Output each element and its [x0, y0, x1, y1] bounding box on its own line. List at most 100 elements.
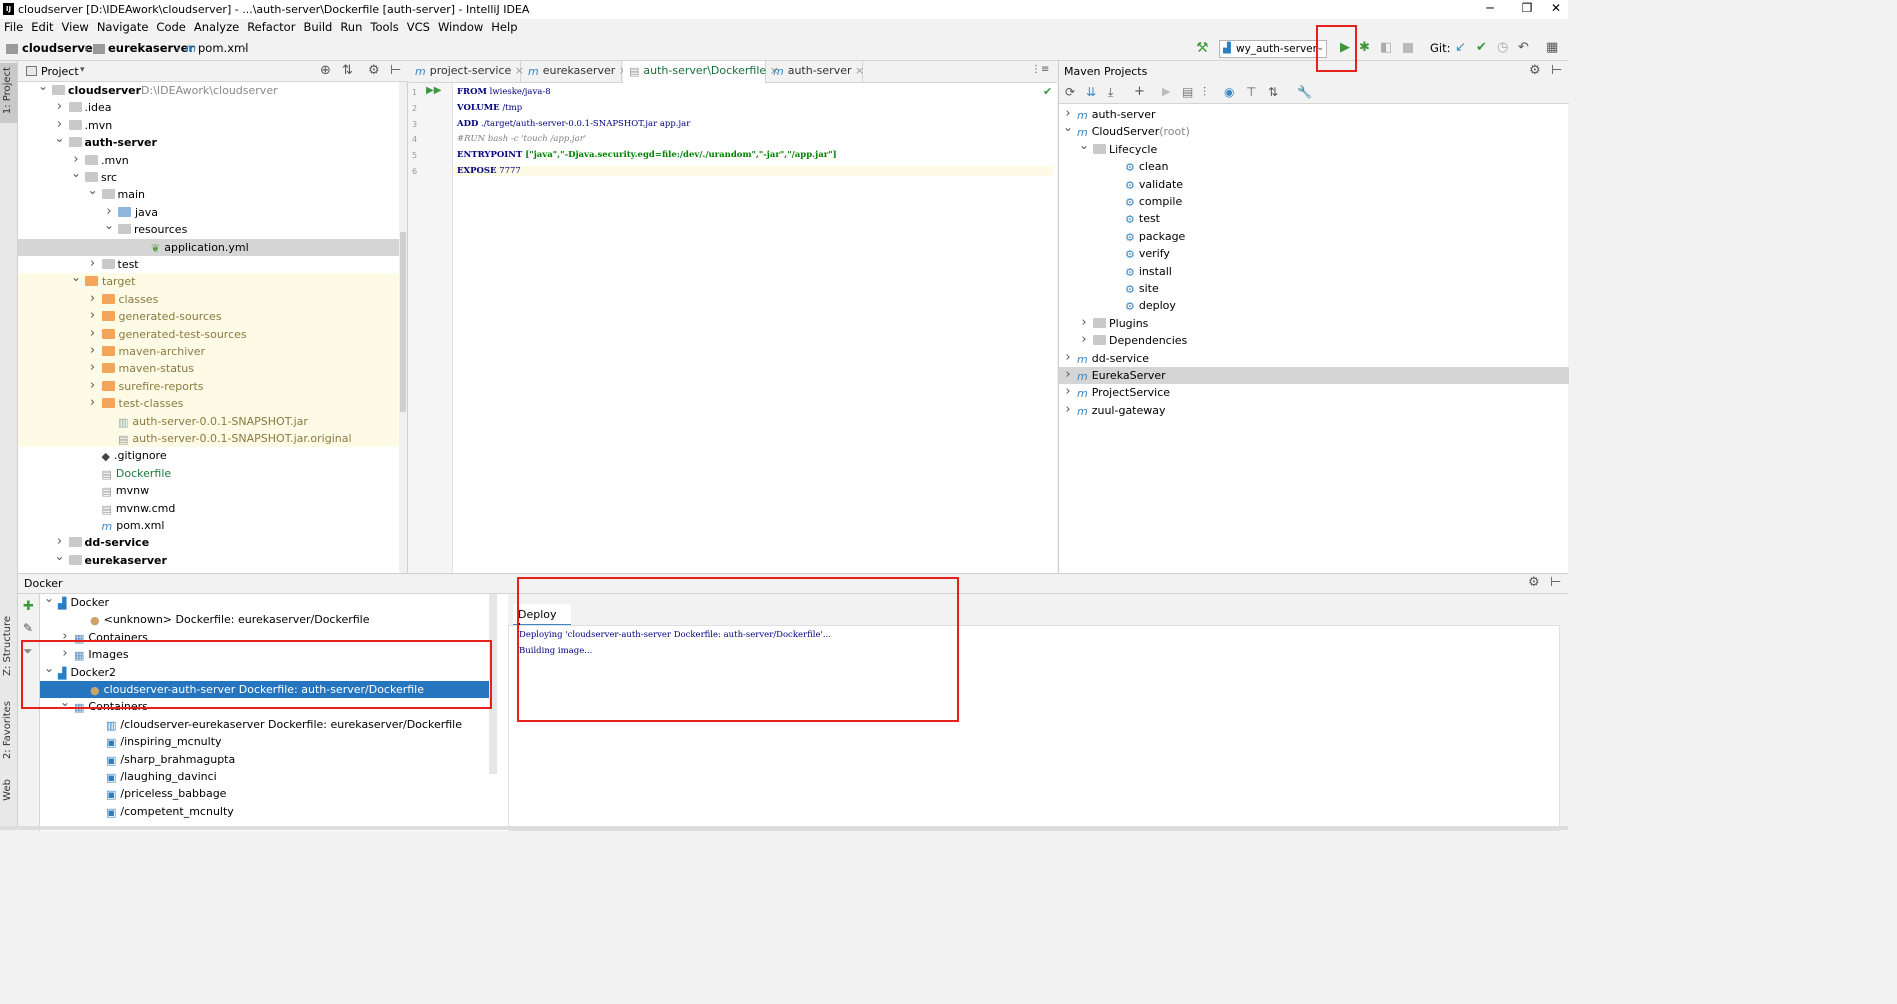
- project-tree-item[interactable]: › maven-status: [18, 359, 399, 378]
- menu-view[interactable]: View: [58, 19, 93, 35]
- chevron-right-icon[interactable]: ›: [88, 377, 98, 394]
- project-tree-item[interactable]: ⌄ resources: [18, 218, 399, 238]
- debug-icon[interactable]: ✱: [1359, 40, 1370, 55]
- project-panel-title[interactable]: Project: [41, 65, 79, 78]
- deploy-icon[interactable]: ✚: [23, 599, 34, 614]
- chevron-right-icon[interactable]: ›: [1079, 314, 1089, 331]
- project-scrollbar[interactable]: [399, 82, 407, 573]
- project-tree-item[interactable]: ⌄ cloudserverD:\IDEAwork\cloudserver: [18, 82, 399, 99]
- project-tree-item[interactable]: ◆ .gitignore: [18, 447, 399, 464]
- stop-icon[interactable]: [1403, 43, 1413, 53]
- show-dependencies-icon[interactable]: ⊤: [1246, 85, 1256, 99]
- project-tree-item[interactable]: › .idea: [18, 99, 399, 116]
- download-icon[interactable]: ⤓: [1108, 85, 1113, 100]
- breadcrumb-module[interactable]: eurekaserver: [108, 41, 194, 55]
- chevron-down-icon[interactable]: ⌄: [1063, 119, 1073, 136]
- chevron-right-icon[interactable]: ›: [1063, 349, 1073, 366]
- editor-tab[interactable]: m eurekaserver ×: [522, 61, 628, 83]
- maven-tree-item[interactable]: ⚙ verify: [1059, 245, 1569, 262]
- chevron-down-icon[interactable]: ⌄: [88, 182, 98, 199]
- maven-tree-item[interactable]: › m zuul-gateway: [1059, 402, 1569, 419]
- project-tree-item[interactable]: › classes: [18, 290, 399, 309]
- chevron-right-icon[interactable]: ›: [88, 342, 98, 359]
- favorites-tool-tab[interactable]: 2: Favorites: [2, 701, 13, 759]
- project-tree-item[interactable]: ⌄ eurekaserver: [18, 549, 399, 569]
- project-tree-item[interactable]: ⌄ target: [18, 270, 399, 291]
- chevron-down-icon[interactable]: ⌄: [104, 217, 114, 234]
- chevron-down-icon[interactable]: ⌄: [71, 165, 81, 182]
- editor-tab[interactable]: ▤ auth-server\Dockerfile ×: [623, 61, 779, 83]
- menu-edit[interactable]: Edit: [27, 19, 57, 35]
- project-tree-item[interactable]: ▤ Dockerfile: [18, 465, 399, 482]
- close-icon[interactable]: ×: [852, 64, 864, 77]
- run-config-select[interactable]: ▟ wy_auth-server ⌄: [1219, 40, 1327, 58]
- project-tree-item[interactable]: › surefire-reports: [18, 377, 399, 396]
- chevron-right-icon[interactable]: ›: [88, 290, 98, 307]
- maven-tree-item[interactable]: ⚙ test: [1059, 210, 1569, 227]
- menu-tools[interactable]: Tools: [366, 19, 402, 35]
- menu-file[interactable]: File: [0, 19, 27, 35]
- project-tree-item[interactable]: › generated-sources: [18, 307, 399, 326]
- vcs-revert-icon[interactable]: ↶: [1518, 40, 1529, 55]
- skip-tests-icon[interactable]: ◉: [1224, 85, 1234, 99]
- edit-config-icon[interactable]: ✎: [23, 621, 33, 635]
- close-button[interactable]: ✕: [1545, 1, 1567, 17]
- docker-tree-item[interactable]: ▣/competent_mcnulty: [40, 803, 496, 820]
- chevron-right-icon[interactable]: ›: [88, 325, 98, 342]
- menu-refactor[interactable]: Refactor: [243, 19, 299, 35]
- web-tool-tab[interactable]: Web: [2, 779, 13, 801]
- project-tree-item[interactable]: m pom.xml: [18, 517, 399, 534]
- chevron-down-icon[interactable]: ⌄: [44, 590, 54, 607]
- chevron-right-icon[interactable]: ›: [88, 255, 98, 272]
- chevron-right-icon[interactable]: ›: [1063, 401, 1073, 418]
- project-tree-item[interactable]: › generated-test-sources: [18, 325, 399, 343]
- editor-tab[interactable]: m auth-server ×: [767, 61, 864, 83]
- project-tree-item[interactable]: ⌄ src: [18, 166, 399, 186]
- chevron-right-icon[interactable]: ›: [1063, 383, 1073, 400]
- project-tree-item[interactable]: ⌄ auth-server: [18, 131, 399, 151]
- chevron-right-icon[interactable]: ›: [88, 394, 98, 411]
- code-area[interactable]: FROM lwieske/java-8 VOLUME /tmp ADD ./targ…: [409, 83, 1057, 573]
- add-icon[interactable]: +: [1134, 84, 1145, 99]
- settings-gear-icon[interactable]: ⚙: [1528, 575, 1540, 590]
- breadcrumb-file[interactable]: pom.xml: [198, 41, 248, 55]
- chevron-right-icon[interactable]: ›: [1063, 366, 1073, 383]
- chevron-down-icon[interactable]: ⌄: [55, 548, 65, 565]
- project-tree-item[interactable]: ▤ auth-server-0.0.1-SNAPSHOT.jar.original: [18, 430, 399, 448]
- vcs-update-icon[interactable]: ↙: [1455, 40, 1466, 55]
- project-tool-tab[interactable]: 1: Project: [0, 63, 17, 123]
- maven-settings-wrench-icon[interactable]: 🔧: [1297, 85, 1312, 99]
- project-tree-item[interactable]: ▥ auth-server-0.0.1-SNAPSHOT.jar: [18, 412, 399, 430]
- project-tree-item[interactable]: › test-classes: [18, 394, 399, 413]
- maven-tree-item[interactable]: › m auth-server: [1059, 106, 1569, 123]
- chevron-down-icon[interactable]: ▾: [80, 65, 85, 75]
- chevron-down-icon[interactable]: ⌄: [71, 269, 81, 286]
- maven-tree-item[interactable]: › m dd-service: [1059, 350, 1569, 367]
- settings-gear-icon[interactable]: ⚙: [1529, 63, 1541, 78]
- docker-tree-item[interactable]: ▣/inspiring_mcnulty: [40, 733, 496, 750]
- coverage-icon[interactable]: ◧: [1380, 40, 1392, 55]
- minimize-button[interactable]: ─: [1470, 1, 1510, 17]
- project-tree-item[interactable]: › maven-archiver: [18, 342, 399, 361]
- chevron-right-icon[interactable]: ›: [88, 359, 98, 376]
- docker-tree-item[interactable]: ● <unknown> Dockerfile: eurekaserver/Dock…: [40, 611, 496, 628]
- maven-tree-item[interactable]: ⌄ m CloudServer(root): [1059, 120, 1569, 140]
- maven-tree-item[interactable]: ⚙ install: [1059, 263, 1569, 280]
- maven-tree-item[interactable]: ⚙ package: [1059, 228, 1569, 245]
- run-config-icon[interactable]: ▤: [1182, 85, 1193, 99]
- chevron-right-icon[interactable]: ›: [55, 98, 65, 115]
- maven-tree-item[interactable]: › m EurekaServer: [1059, 366, 1569, 385]
- menu-analyze[interactable]: Analyze: [190, 19, 243, 35]
- menu-help[interactable]: Help: [487, 19, 521, 35]
- maven-tree-item[interactable]: ⌄ Lifecycle: [1059, 138, 1569, 158]
- refresh-icon[interactable]: ⟳: [1065, 85, 1075, 99]
- project-tree-item[interactable]: › java: [18, 204, 399, 221]
- structure-tool-tab[interactable]: Z: Structure: [2, 616, 13, 676]
- project-tree-item[interactable]: ▤ mvnw.cmd: [18, 500, 399, 517]
- maven-tree-item[interactable]: › Plugins: [1059, 315, 1569, 332]
- settings-gear-icon[interactable]: ⚙: [368, 63, 380, 78]
- chevron-right-icon[interactable]: ›: [88, 307, 98, 324]
- vcs-commit-icon[interactable]: ✔: [1476, 40, 1487, 55]
- maven-tree-item[interactable]: › m ProjectService: [1059, 384, 1569, 401]
- build-hammer-icon[interactable]: ⚒: [1196, 40, 1209, 56]
